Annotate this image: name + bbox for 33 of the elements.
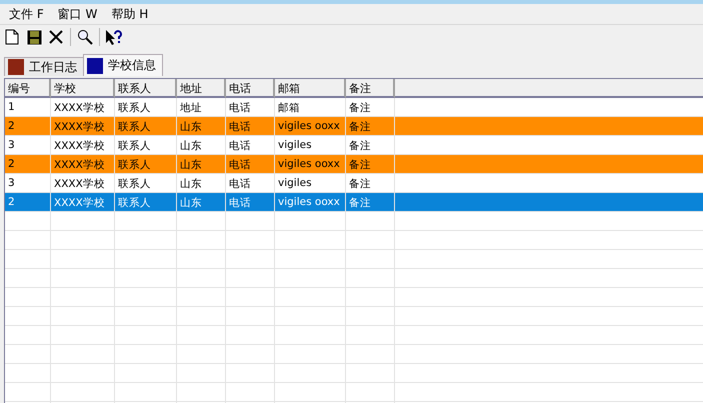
table-row[interactable]: 3 XXXX学校 联系人 山东 电话 vigiles 备注 bbox=[5, 136, 703, 155]
search-button[interactable] bbox=[75, 27, 95, 47]
column-header[interactable]: 地址 bbox=[177, 79, 226, 98]
tab-label: 工作日志 bbox=[29, 58, 77, 76]
tab-label: 学校信息 bbox=[108, 57, 156, 74]
table-cell: 2 bbox=[5, 193, 51, 212]
table-row[interactable]: 2 XXXX学校 联系人 山东 电话 vigiles ooxx 备注 bbox=[5, 193, 703, 212]
table-cell: 山东 bbox=[177, 193, 226, 212]
close-icon bbox=[49, 30, 63, 44]
new-document-icon bbox=[5, 29, 19, 45]
tab[interactable]: 工作日志 bbox=[4, 57, 84, 76]
menu-item[interactable]: 窗口 W bbox=[50, 6, 104, 22]
table-cell: XXXX学校 bbox=[51, 193, 115, 212]
table-row[interactable]: 1 XXXX学校 联系人 地址 电话 邮箱 备注 bbox=[5, 98, 703, 117]
column-header[interactable]: 联系人 bbox=[115, 79, 177, 98]
table-row[interactable]: 2 XXXX学校 联系人 山东 电话 vigiles ooxx 备注 bbox=[5, 155, 703, 174]
table-row[interactable]: 3 XXXX学校 联系人 山东 电话 vigiles 备注 bbox=[5, 174, 703, 193]
column-header[interactable]: 备注 bbox=[346, 79, 395, 98]
column-header[interactable]: 电话 bbox=[226, 79, 275, 98]
column-header[interactable]: 学校 bbox=[51, 79, 115, 98]
table-cell: 电话 bbox=[226, 193, 275, 212]
table-row[interactable]: 2 XXXX学校 联系人 山东 电话 vigiles ooxx 备注 bbox=[5, 117, 703, 136]
help-button[interactable] bbox=[104, 27, 124, 47]
table-cell: 联系人 bbox=[115, 193, 177, 212]
menu-item[interactable]: 文件 F bbox=[2, 6, 51, 22]
menu-item[interactable]: 帮助 H bbox=[104, 6, 156, 22]
table-cell: vigiles ooxx bbox=[275, 193, 346, 212]
column-header[interactable]: 邮箱 bbox=[275, 79, 346, 98]
table-cell: 备注 bbox=[346, 193, 395, 212]
column-header[interactable]: 编号 bbox=[5, 79, 51, 98]
search-icon bbox=[77, 29, 93, 45]
tab[interactable]: 学校信息 bbox=[83, 54, 163, 76]
help-pointer-icon bbox=[105, 28, 123, 46]
